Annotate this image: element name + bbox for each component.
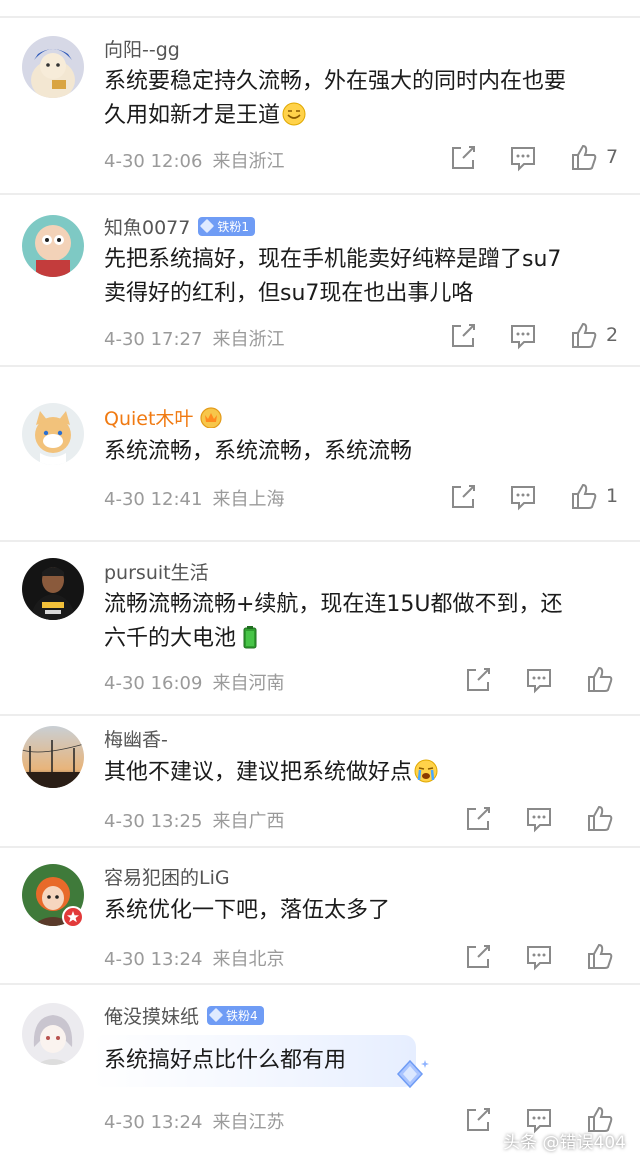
comment-icon[interactable] xyxy=(525,805,553,833)
thumbs-up-icon[interactable] xyxy=(570,143,598,171)
watermark: 头条 @错误404 xyxy=(503,1133,626,1153)
comment-list: 向阳--gg 系统要稳定持久流畅，外在强大的同时内在也要 久用如新才是王道 4-… xyxy=(0,0,640,1161)
fan-badge: 铁粉1 xyxy=(198,216,255,236)
comment-text: 先把系统搞好，现在手机能卖好纯粹是蹭了su7 xyxy=(104,247,562,272)
comment-icon[interactable] xyxy=(525,666,553,694)
comment-meta: 4-30 13:24 来自江苏 xyxy=(104,1108,284,1134)
comment-item: Quiet木叶 系统流畅，系统流畅，系统流畅 4-30 12:41 来自上海 1 xyxy=(0,367,640,540)
comment-date: 4-30 13:24 xyxy=(104,949,203,970)
like-count: 7 xyxy=(606,146,619,168)
comment-icon[interactable] xyxy=(509,322,537,350)
username[interactable]: 梅幽香- xyxy=(104,725,168,752)
thumbs-up-icon[interactable] xyxy=(586,665,614,693)
comment-text: 系统搞好点比什么都有用 xyxy=(104,1048,347,1073)
avatar[interactable] xyxy=(22,864,84,928)
comment-item: 容易犯困的LiG 系统优化一下吧，落伍太多了 4-30 13:24 来自北京 xyxy=(0,848,640,983)
verified-badge-icon xyxy=(62,906,84,928)
share-icon[interactable] xyxy=(449,483,477,511)
comment-text: 系统要稳定持久流畅，外在强大的同时内在也要 xyxy=(104,69,567,94)
comment-date: 4-30 12:06 xyxy=(104,151,203,172)
comment-date: 4-30 13:24 xyxy=(104,1112,203,1133)
thumbs-up-icon[interactable] xyxy=(570,321,598,349)
comment-location: 来自北京 xyxy=(212,949,285,970)
comment-meta: 4-30 13:25 来自广西 xyxy=(104,807,284,833)
comment-item: 向阳--gg 系统要稳定持久流畅，外在强大的同时内在也要 久用如新才是王道 4-… xyxy=(0,18,640,193)
comment-location: 来自广西 xyxy=(212,811,285,832)
share-icon[interactable] xyxy=(464,666,492,694)
avatar[interactable] xyxy=(22,558,84,620)
share-icon[interactable] xyxy=(464,805,492,833)
comment-location: 来自江苏 xyxy=(212,1112,285,1133)
comment-meta: 4-30 13:24 来自北京 xyxy=(104,945,284,971)
like-count: 2 xyxy=(606,324,619,346)
comment-icon[interactable] xyxy=(525,943,553,971)
avatar[interactable] xyxy=(22,1003,84,1065)
like-count: 1 xyxy=(606,485,619,507)
diamond-icon xyxy=(208,1007,224,1023)
comment-meta: 4-30 12:41 来自上海 xyxy=(104,485,284,511)
thumbs-up-icon[interactable] xyxy=(586,804,614,832)
comment-text-line2: 六千的大电池 xyxy=(104,622,624,656)
avatar[interactable] xyxy=(22,403,84,465)
fan-badge: 铁粉4 xyxy=(207,1005,264,1025)
comment-text: 其他不建议，建议把系统做好点 xyxy=(104,756,624,790)
crying-face-emoji xyxy=(414,759,438,783)
username[interactable]: 容易犯困的LiG xyxy=(104,863,230,890)
thumbs-up-icon[interactable] xyxy=(570,482,598,510)
comment-icon[interactable] xyxy=(509,483,537,511)
comment-meta: 4-30 17:27 来自浙江 xyxy=(104,325,284,351)
comment-text-line2: 久用如新才是王道 xyxy=(104,99,624,133)
username[interactable]: 向阳--gg xyxy=(104,35,180,62)
comment-meta: 4-30 16:09 来自河南 xyxy=(104,669,284,695)
username[interactable]: 俺没摸妹纸 xyxy=(104,1002,199,1029)
share-icon[interactable] xyxy=(449,144,477,172)
comment-date: 4-30 17:27 xyxy=(104,329,203,350)
share-icon[interactable] xyxy=(464,1106,492,1134)
comment-meta: 4-30 12:06 来自浙江 xyxy=(104,147,284,173)
comment-location: 来自浙江 xyxy=(212,329,285,350)
comment-date: 4-30 13:25 xyxy=(104,811,203,832)
avatar[interactable] xyxy=(22,726,84,788)
crown-icon xyxy=(200,407,223,428)
username[interactable]: Quiet木叶 xyxy=(104,404,193,431)
share-icon[interactable] xyxy=(464,943,492,971)
comment-date: 4-30 12:41 xyxy=(104,489,203,510)
username[interactable]: 知魚0077 xyxy=(104,213,190,240)
comment-icon[interactable] xyxy=(509,144,537,172)
share-icon[interactable] xyxy=(449,322,477,350)
avatar[interactable] xyxy=(22,215,84,277)
diamond-icon xyxy=(200,218,215,234)
comment-text: 系统流畅，系统流畅，系统流畅 xyxy=(104,439,413,464)
comment-date: 4-30 16:09 xyxy=(104,673,203,694)
thumbs-up-icon[interactable] xyxy=(586,942,614,970)
comment-item: 知魚0077 铁粉1 先把系统搞好，现在手机能卖好纯粹是蹭了su7 卖得好的红利… xyxy=(0,195,640,365)
comment-item: pursuit生活 流畅流畅流畅+续航，现在连15U都做不到，还 六千的大电池 … xyxy=(0,542,640,714)
smile-face-emoji xyxy=(282,102,306,126)
comment-text-line2: 卖得好的红利，但su7现在也出事儿咯 xyxy=(104,281,474,306)
battery-emoji xyxy=(243,626,257,649)
comment-text: 系统优化一下吧，落伍太多了 xyxy=(104,898,391,923)
comment-item: 梅幽香- 其他不建议，建议把系统做好点 4-30 13:25 来自广西 xyxy=(0,716,640,846)
avatar[interactable] xyxy=(22,36,84,98)
comment-location: 来自河南 xyxy=(212,673,285,694)
comment-location: 来自浙江 xyxy=(212,151,285,172)
comment-text: 流畅流畅流畅+续航，现在连15U都做不到，还 xyxy=(104,592,563,617)
username[interactable]: pursuit生活 xyxy=(104,558,209,585)
comment-location: 来自上海 xyxy=(212,489,285,510)
